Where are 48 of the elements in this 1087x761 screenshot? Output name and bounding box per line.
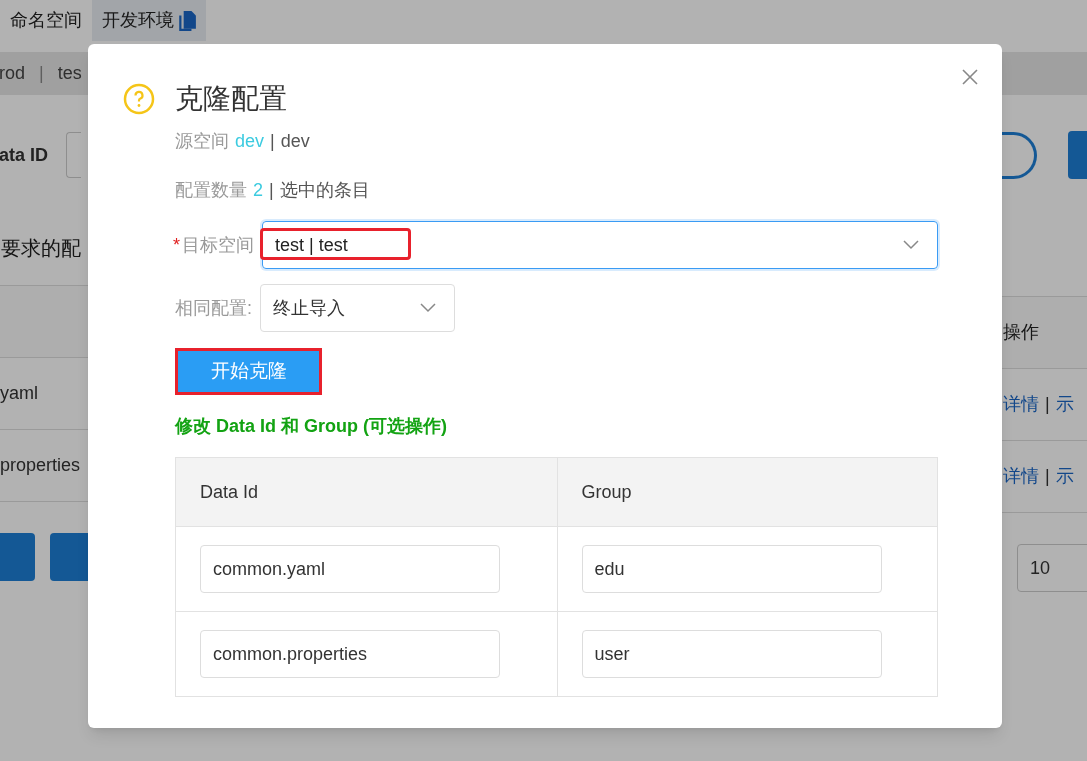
required-asterisk: * (173, 233, 180, 257)
form-label: 相同配置: (175, 296, 252, 320)
link-separator: | (1045, 465, 1050, 488)
chevron-down-icon (903, 240, 919, 250)
chevron-down-icon (420, 303, 436, 313)
nav-tab[interactable]: 开发环境 (92, 0, 206, 41)
target-select[interactable]: test | test (262, 221, 938, 269)
column-header: 操作 (1002, 321, 1039, 344)
breadcrumb-item[interactable]: rod (0, 60, 25, 87)
info-separator: | (270, 130, 275, 153)
form-label: 目标空间 (182, 233, 254, 257)
info-label: 配置数量 (175, 179, 247, 202)
table-cell-text: properties (0, 454, 81, 477)
copy-icon[interactable] (178, 10, 196, 31)
select-value: 终止导入 (273, 296, 345, 320)
filter-label: ata ID (0, 143, 49, 167)
data-id-input[interactable]: common.properties (200, 630, 500, 678)
page-size-select[interactable]: 10 (1017, 544, 1087, 592)
action-link[interactable]: 示 (1055, 463, 1074, 490)
breadcrumb-separator: | (39, 62, 44, 85)
breadcrumb-item[interactable]: tes (57, 60, 82, 87)
question-icon (123, 83, 155, 115)
action-link[interactable]: 详情 (1003, 391, 1039, 418)
dialog-title: 克隆配置 (175, 82, 287, 116)
info-separator: | (269, 179, 274, 202)
section-title: 修改 Data Id 和 Group (可选操作) (175, 415, 448, 438)
info-text: 选中的条目 (279, 179, 370, 202)
policy-select[interactable]: 终止导入 (260, 284, 455, 332)
section-heading: 要求的配 (0, 236, 82, 261)
table-cell-text: yaml (0, 382, 38, 405)
info-value: 2 (253, 179, 263, 202)
action-link[interactable]: 示 (1055, 391, 1074, 418)
info-label: 源空间 (175, 130, 229, 153)
close-icon[interactable] (962, 69, 978, 85)
column-header: Data Id (200, 480, 259, 504)
group-input[interactable]: user (581, 630, 882, 678)
info-text: dev (280, 130, 310, 153)
action-button[interactable] (50, 533, 88, 581)
column-header: Group (581, 480, 632, 504)
action-button[interactable] (0, 533, 35, 581)
filter-input[interactable] (66, 132, 82, 178)
group-input[interactable]: edu (581, 545, 882, 593)
info-value: dev (235, 130, 265, 153)
action-link[interactable]: 详情 (1003, 463, 1039, 490)
select-value: test | test (275, 233, 348, 257)
link-separator: | (1045, 393, 1050, 416)
nav-tab[interactable]: 命名空间 (0, 0, 92, 41)
data-id-input[interactable]: common.yaml (200, 545, 500, 593)
